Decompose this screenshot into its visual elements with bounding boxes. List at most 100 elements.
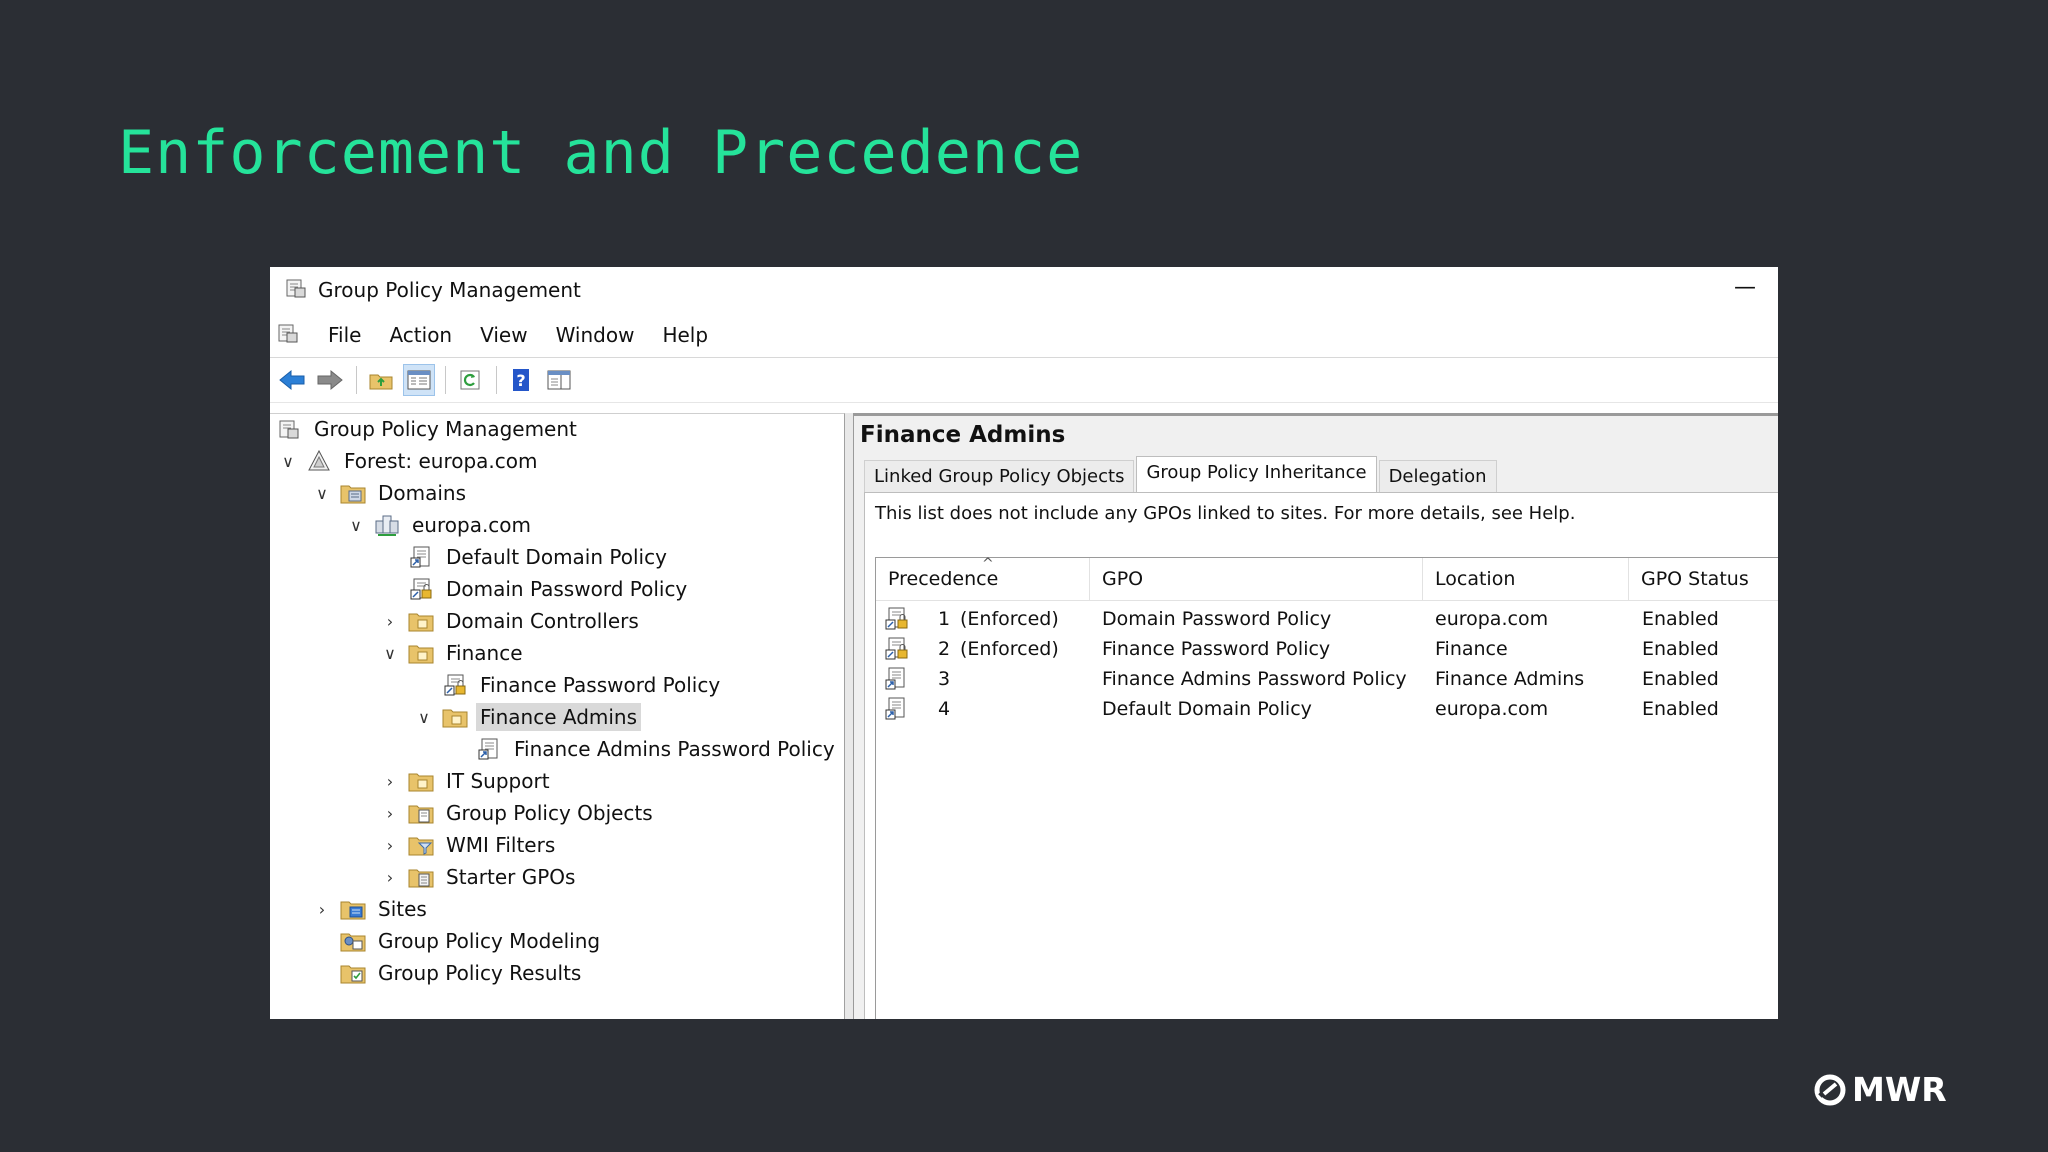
tab-linked-gpos[interactable]: Linked Group Policy Objects: [864, 460, 1135, 495]
tree-node-label: Finance Password Policy: [480, 673, 721, 697]
column-header-gpo-status[interactable]: GPO Status: [1629, 558, 1778, 600]
menu-view[interactable]: View: [466, 323, 541, 347]
pane-splitter[interactable]: [845, 413, 854, 1019]
tab-strip: Linked Group Policy Objects Group Policy…: [864, 456, 1499, 495]
chevron-right-icon[interactable]: ›: [380, 868, 400, 887]
chevron-right-icon[interactable]: ›: [312, 900, 332, 919]
properties-pane-icon[interactable]: [543, 364, 575, 396]
tree-node-label: Domain Controllers: [446, 609, 639, 633]
tree-node-label: Domains: [378, 481, 467, 505]
domains-folder-icon: [340, 480, 366, 506]
chevron-down-icon[interactable]: ∨: [380, 644, 400, 663]
tree-node-group-policy-results[interactable]: Group Policy Results: [340, 958, 585, 988]
column-header-location[interactable]: Location: [1423, 558, 1629, 600]
gpo-status: Enabled: [1642, 668, 1719, 690]
tree-node-finance-admins-password-policy[interactable]: Finance Admins Password Policy: [476, 734, 839, 764]
menu-file[interactable]: File: [314, 323, 375, 347]
ou-folder-icon: [408, 608, 434, 634]
tree-node-forest[interactable]: ∨ Forest: europa.com: [278, 446, 542, 476]
tab-delegation[interactable]: Delegation: [1378, 460, 1497, 495]
tree-node-label: Default Domain Policy: [446, 545, 667, 569]
column-header-gpo[interactable]: GPO: [1090, 558, 1423, 600]
enforced-label: (Enforced): [960, 608, 1059, 630]
tree-node-wmi-filters[interactable]: › WMI Filters: [380, 830, 559, 860]
precedence-number: 1: [938, 608, 951, 630]
chevron-down-icon[interactable]: ∨: [346, 516, 366, 535]
chevron-down-icon[interactable]: ∨: [414, 708, 434, 727]
forward-arrow-icon[interactable]: [314, 364, 346, 396]
gpo-name: Default Domain Policy: [1102, 698, 1312, 720]
tree-node-default-domain-policy[interactable]: Default Domain Policy: [408, 542, 671, 572]
title-bar[interactable]: Group Policy Management —: [270, 267, 1778, 313]
tree-node-label: Group Policy Results: [378, 961, 582, 985]
gpmc-root-icon: [276, 416, 302, 442]
minimize-button[interactable]: —: [1730, 275, 1760, 300]
table-row[interactable]: 1 (Enforced) Domain Password Policy euro…: [876, 604, 1778, 634]
gpo-link-enforced-icon: [442, 672, 468, 698]
tree-node-gpm-root[interactable]: Group Policy Management: [276, 414, 581, 444]
chevron-down-icon[interactable]: ∨: [312, 484, 332, 503]
chevron-down-icon[interactable]: ∨: [278, 452, 298, 471]
forest-icon: [306, 448, 332, 474]
domain-icon: [374, 512, 400, 538]
tree-node-starter-gpos[interactable]: › Starter GPOs: [380, 862, 579, 892]
enforced-label: (Enforced): [960, 638, 1059, 660]
tree-node-group-policy-modeling[interactable]: Group Policy Modeling: [340, 926, 604, 956]
gpo-name: Finance Password Policy: [1102, 638, 1331, 660]
system-menu-icon[interactable]: [276, 321, 300, 349]
tree-node-label: Group Policy Objects: [446, 801, 653, 825]
ou-folder-icon: [408, 640, 434, 666]
gpo-status: Enabled: [1642, 698, 1719, 720]
toolbar-separator: [496, 366, 497, 394]
up-folder-icon[interactable]: [365, 364, 397, 396]
ou-folder-icon: [408, 768, 434, 794]
chevron-right-icon[interactable]: ›: [380, 612, 400, 631]
gpo-enforced-icon: [884, 604, 910, 634]
tree-node-group-policy-objects[interactable]: › Group Policy Objects: [380, 798, 657, 828]
tree-node-it-support[interactable]: › IT Support: [380, 766, 554, 796]
results-icon: [340, 960, 366, 986]
menu-action[interactable]: Action: [375, 323, 466, 347]
gpo-link-icon: [408, 544, 434, 570]
back-arrow-icon[interactable]: [276, 364, 308, 396]
gpo-location: europa.com: [1435, 608, 1549, 630]
gpo-location: europa.com: [1435, 698, 1549, 720]
chevron-right-icon[interactable]: ›: [380, 772, 400, 791]
gpo-name: Finance Admins Password Policy: [1102, 668, 1407, 690]
tree-node-label: IT Support: [446, 769, 550, 793]
tree-node-sites[interactable]: › Sites: [312, 894, 431, 924]
pane-title: Finance Admins: [860, 422, 1066, 448]
table-row[interactable]: 4 Default Domain Policy europa.com Enabl…: [876, 694, 1778, 724]
chevron-right-icon[interactable]: ›: [380, 836, 400, 855]
tab-gp-inheritance[interactable]: Group Policy Inheritance: [1136, 456, 1377, 495]
refresh-icon[interactable]: [454, 364, 486, 396]
sites-icon: [340, 896, 366, 922]
menu-window[interactable]: Window: [542, 323, 649, 347]
gpo-location: Finance: [1435, 638, 1508, 660]
show-hide-tree-icon[interactable]: [403, 364, 435, 396]
column-header-precedence[interactable]: Precedence ^: [876, 556, 1090, 600]
toolbar-separator: [445, 366, 446, 394]
ou-folder-icon: [442, 704, 468, 730]
tree-node-finance[interactable]: ∨ Finance: [380, 638, 527, 668]
tree-node-label: WMI Filters: [446, 833, 556, 857]
tree-node-domains[interactable]: ∨ Domains: [312, 478, 470, 508]
tree-node-domain-password-policy[interactable]: Domain Password Policy: [408, 574, 691, 604]
tree-node-finance-admins[interactable]: ∨ Finance Admins: [414, 702, 642, 732]
menu-help[interactable]: Help: [648, 323, 722, 347]
tree-node-label: Finance Admins: [476, 703, 642, 731]
chevron-right-icon[interactable]: ›: [380, 804, 400, 823]
table-row[interactable]: 3 Finance Admins Password Policy Finance…: [876, 664, 1778, 694]
tree-node-finance-password-policy[interactable]: Finance Password Policy: [442, 670, 724, 700]
gpo-enforced-icon: [884, 634, 910, 664]
console-tree: Group Policy Management ∨ Forest: europa…: [270, 413, 845, 1019]
table-row[interactable]: 2 (Enforced) Finance Password Policy Fin…: [876, 634, 1778, 664]
tree-node-label: europa.com: [412, 513, 532, 537]
tree-node-europa-com[interactable]: ∨ europa.com: [346, 510, 535, 540]
mwr-logo: MWR: [1814, 1070, 1947, 1109]
precedence-number: 4: [938, 698, 951, 720]
window-title: Group Policy Management: [318, 278, 581, 302]
tree-node-label: Finance Admins Password Policy: [514, 737, 835, 761]
tree-node-domain-controllers[interactable]: › Domain Controllers: [380, 606, 643, 636]
help-icon[interactable]: ?: [505, 364, 537, 396]
